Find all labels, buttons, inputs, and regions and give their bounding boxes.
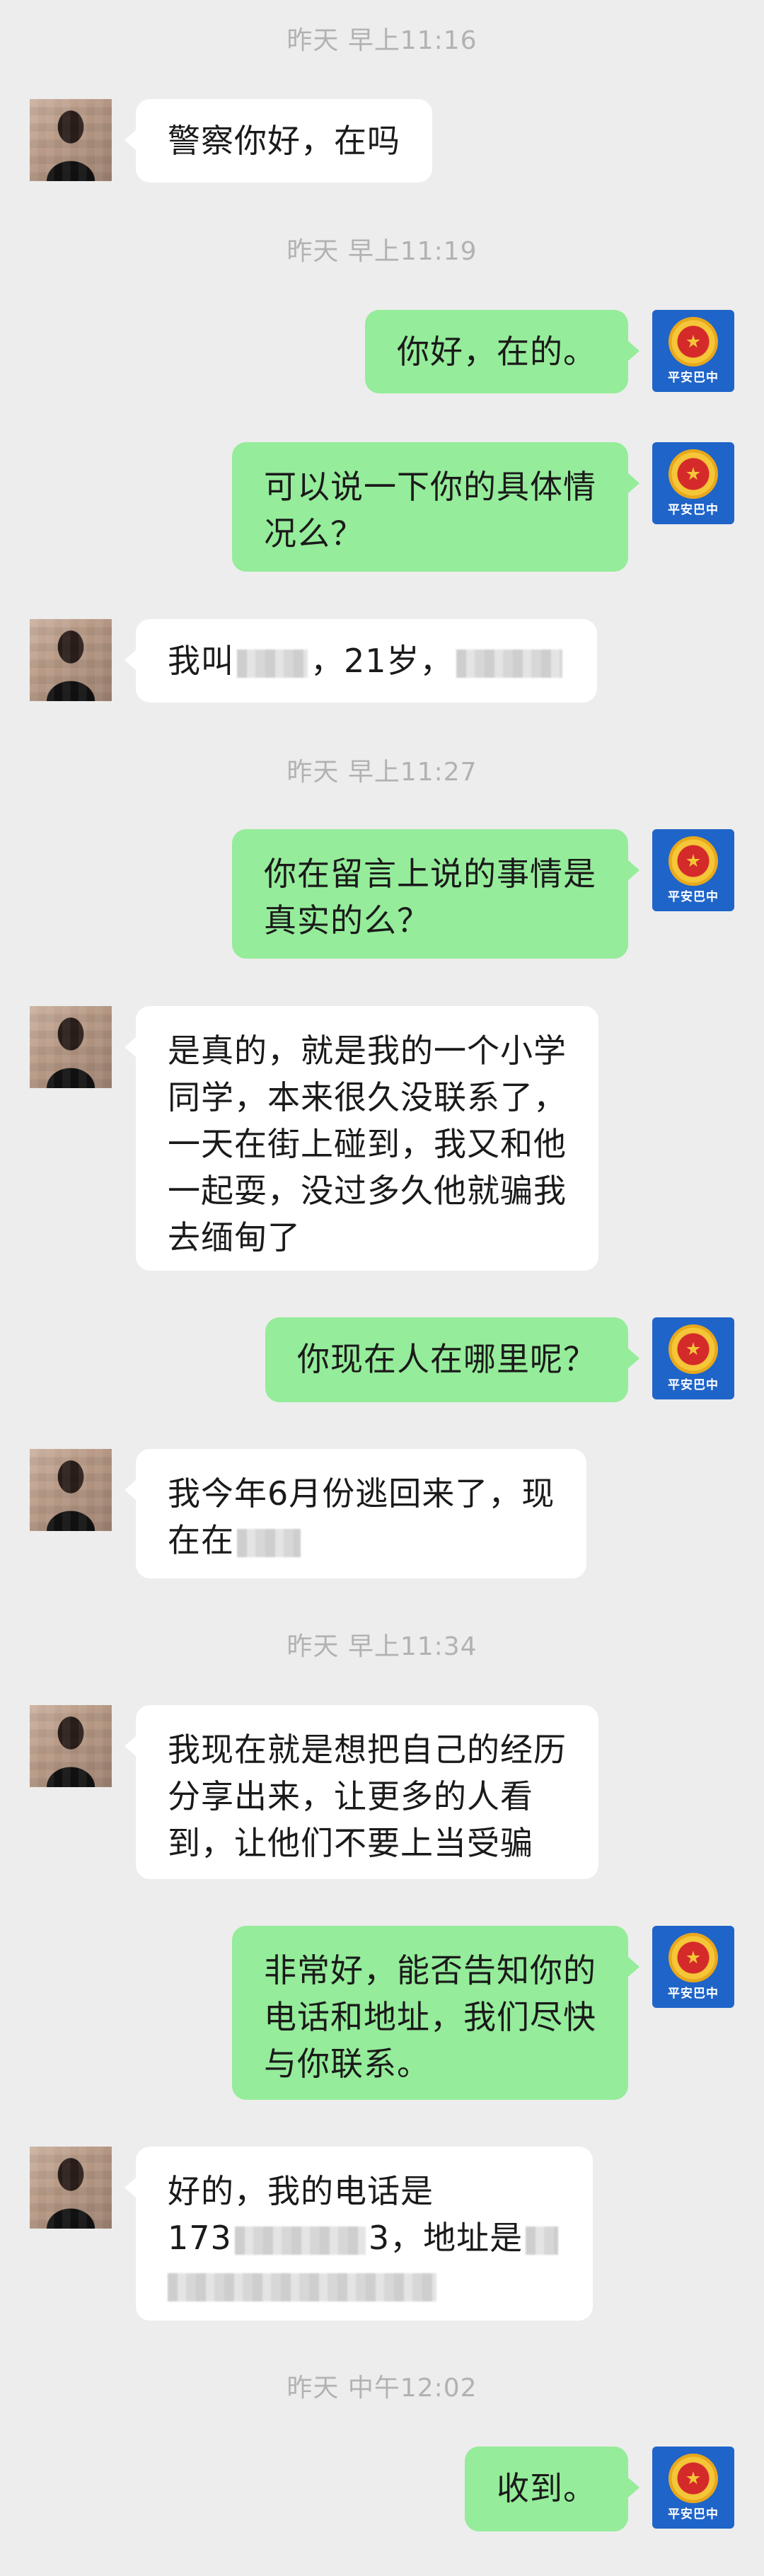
message-text: 可以说一下你的具体情	[264, 468, 596, 506]
user-avatar[interactable]	[30, 1006, 112, 1088]
message-text: 与你联系。	[264, 2045, 430, 2083]
redacted-name	[237, 649, 308, 678]
user-avatar[interactable]	[30, 99, 112, 181]
message-text: 在在	[168, 1517, 555, 1564]
message-text: 警察你好，在吗	[168, 122, 400, 160]
message-text: 我叫 ，21岁，	[168, 637, 565, 684]
outgoing-message-bubble[interactable]: 你在留言上说的事情是 真实的么？	[232, 829, 639, 959]
incoming-message-bubble[interactable]: 我现在就是想把自己的经历 分享出来，让更多的人看 到，让他们不要上当受骗	[125, 1705, 598, 1879]
incoming-message-bubble[interactable]: 我今年6月份逃回来了，现 在在	[124, 1449, 587, 1578]
message-text: 好的，我的电话是	[168, 2172, 434, 2210]
avatar-label: 平安巴中	[668, 1378, 719, 1392]
message-text: 一天在街上碰到，我又和他	[168, 1125, 567, 1163]
redacted-address	[168, 2272, 436, 2301]
police-avatar[interactable]: 平安巴中	[652, 1926, 734, 2008]
avatar-label: 平安巴中	[668, 2507, 719, 2522]
user-avatar[interactable]	[30, 1449, 112, 1531]
message-text: 去缅甸了	[168, 1218, 301, 1257]
timestamp: 昨天 早上11:34	[286, 1632, 478, 1661]
message-text: 一起耍，没过多久他就骗我	[168, 1172, 567, 1210]
outgoing-message-bubble[interactable]: 可以说一下你的具体情 况么？	[232, 442, 639, 572]
outgoing-message-bubble[interactable]: 你现在人在哪里呢？	[265, 1317, 639, 1402]
user-avatar[interactable]	[30, 619, 112, 701]
incoming-message-bubble[interactable]: 好的，我的电话是 173 3，地址是	[124, 2147, 594, 2321]
message-text: 你好，在的。	[397, 333, 596, 371]
police-avatar[interactable]: 平安巴中	[652, 1317, 734, 1399]
message-text: 分享出来，让更多的人看	[168, 1777, 533, 1815]
message-text: 你在留言上说的事情是	[264, 855, 596, 893]
redacted-info	[456, 649, 562, 678]
user-avatar[interactable]	[30, 2147, 112, 2229]
message-text: 到，让他们不要上当受骗	[168, 1824, 533, 1862]
timestamp: 昨天 早上11:27	[286, 758, 478, 787]
message-text: 我现在就是想把自己的经历	[168, 1731, 567, 1769]
message-text: 我今年6月份逃回来了，现	[168, 1474, 555, 1513]
chat-conversation: 昨天 早上11:16 警察你好，在吗 昨天 早上11:19 平安巴中 你好，在的…	[0, 0, 764, 2576]
message-text: 况么？	[264, 514, 364, 553]
avatar-label: 平安巴中	[668, 890, 719, 904]
message-text: 173 3，地址是	[168, 2214, 561, 2261]
message-text: 非常好，能否告知你的	[264, 1951, 596, 1989]
avatar-label: 平安巴中	[668, 1987, 719, 2001]
police-badge-icon	[668, 836, 718, 886]
user-avatar[interactable]	[30, 1705, 112, 1787]
message-text: 是真的，就是我的一个小学	[168, 1032, 567, 1070]
incoming-message-bubble[interactable]: 警察你好，在吗	[125, 99, 432, 183]
message-text	[168, 2261, 561, 2308]
timestamp: 昨天 中午12:02	[286, 2374, 478, 2403]
incoming-message-bubble[interactable]: 是真的，就是我的一个小学 同学，本来很久没联系了， 一天在街上碰到，我又和他 一…	[125, 1006, 598, 1271]
avatar-label: 平安巴中	[668, 371, 719, 385]
police-badge-icon	[668, 1324, 718, 1374]
police-avatar[interactable]: 平安巴中	[652, 310, 734, 392]
police-avatar[interactable]: 平安巴中	[652, 442, 734, 524]
police-badge-icon	[668, 2454, 718, 2503]
message-text: 电话和地址，我们尽快	[264, 1998, 596, 2036]
timestamp: 昨天 早上11:19	[286, 237, 478, 266]
outgoing-message-bubble[interactable]: 非常好，能否告知你的 电话和地址，我们尽快 与你联系。	[232, 1926, 639, 2100]
outgoing-message-bubble[interactable]: 收到。	[465, 2447, 639, 2531]
message-text: 真实的么？	[264, 901, 430, 940]
police-avatar[interactable]: 平安巴中	[652, 829, 734, 911]
message-text: 收到。	[497, 2469, 596, 2507]
police-badge-icon	[668, 449, 718, 499]
avatar-label: 平安巴中	[668, 503, 719, 517]
message-text: 同学，本来很久没联系了，	[168, 1078, 567, 1116]
redacted-phone	[234, 2226, 366, 2255]
outgoing-message-bubble[interactable]: 你好，在的。	[365, 310, 639, 393]
message-text: 你现在人在哪里呢？	[297, 1340, 596, 1378]
redacted-location	[237, 1528, 301, 1557]
police-badge-icon	[668, 317, 718, 366]
incoming-message-bubble[interactable]: 我叫 ，21岁，	[125, 619, 597, 703]
police-badge-icon	[668, 1933, 718, 1982]
timestamp: 昨天 早上11:16	[286, 26, 478, 55]
police-avatar[interactable]: 平安巴中	[652, 2447, 734, 2529]
redacted-address	[526, 2226, 559, 2255]
